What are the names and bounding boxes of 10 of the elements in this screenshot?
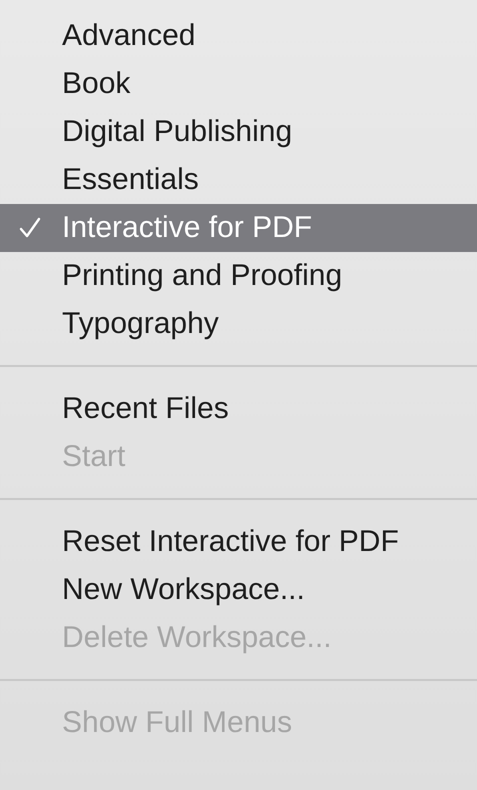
menu-item[interactable]: New Workspace... <box>0 566 477 614</box>
menu-item[interactable]: Advanced <box>0 12 477 60</box>
menu-item[interactable]: Book <box>0 60 477 108</box>
menu-item[interactable]: Interactive for PDF <box>0 204 477 252</box>
menu-item[interactable]: Digital Publishing <box>0 108 477 156</box>
menu-item[interactable]: Reset Interactive for PDF <box>0 518 477 566</box>
menu-item[interactable]: Typography <box>0 300 477 348</box>
menu-item[interactable]: Essentials <box>0 156 477 204</box>
menu-item[interactable]: Printing and Proofing <box>0 252 477 300</box>
menu-item[interactable]: Recent Files <box>0 385 477 433</box>
